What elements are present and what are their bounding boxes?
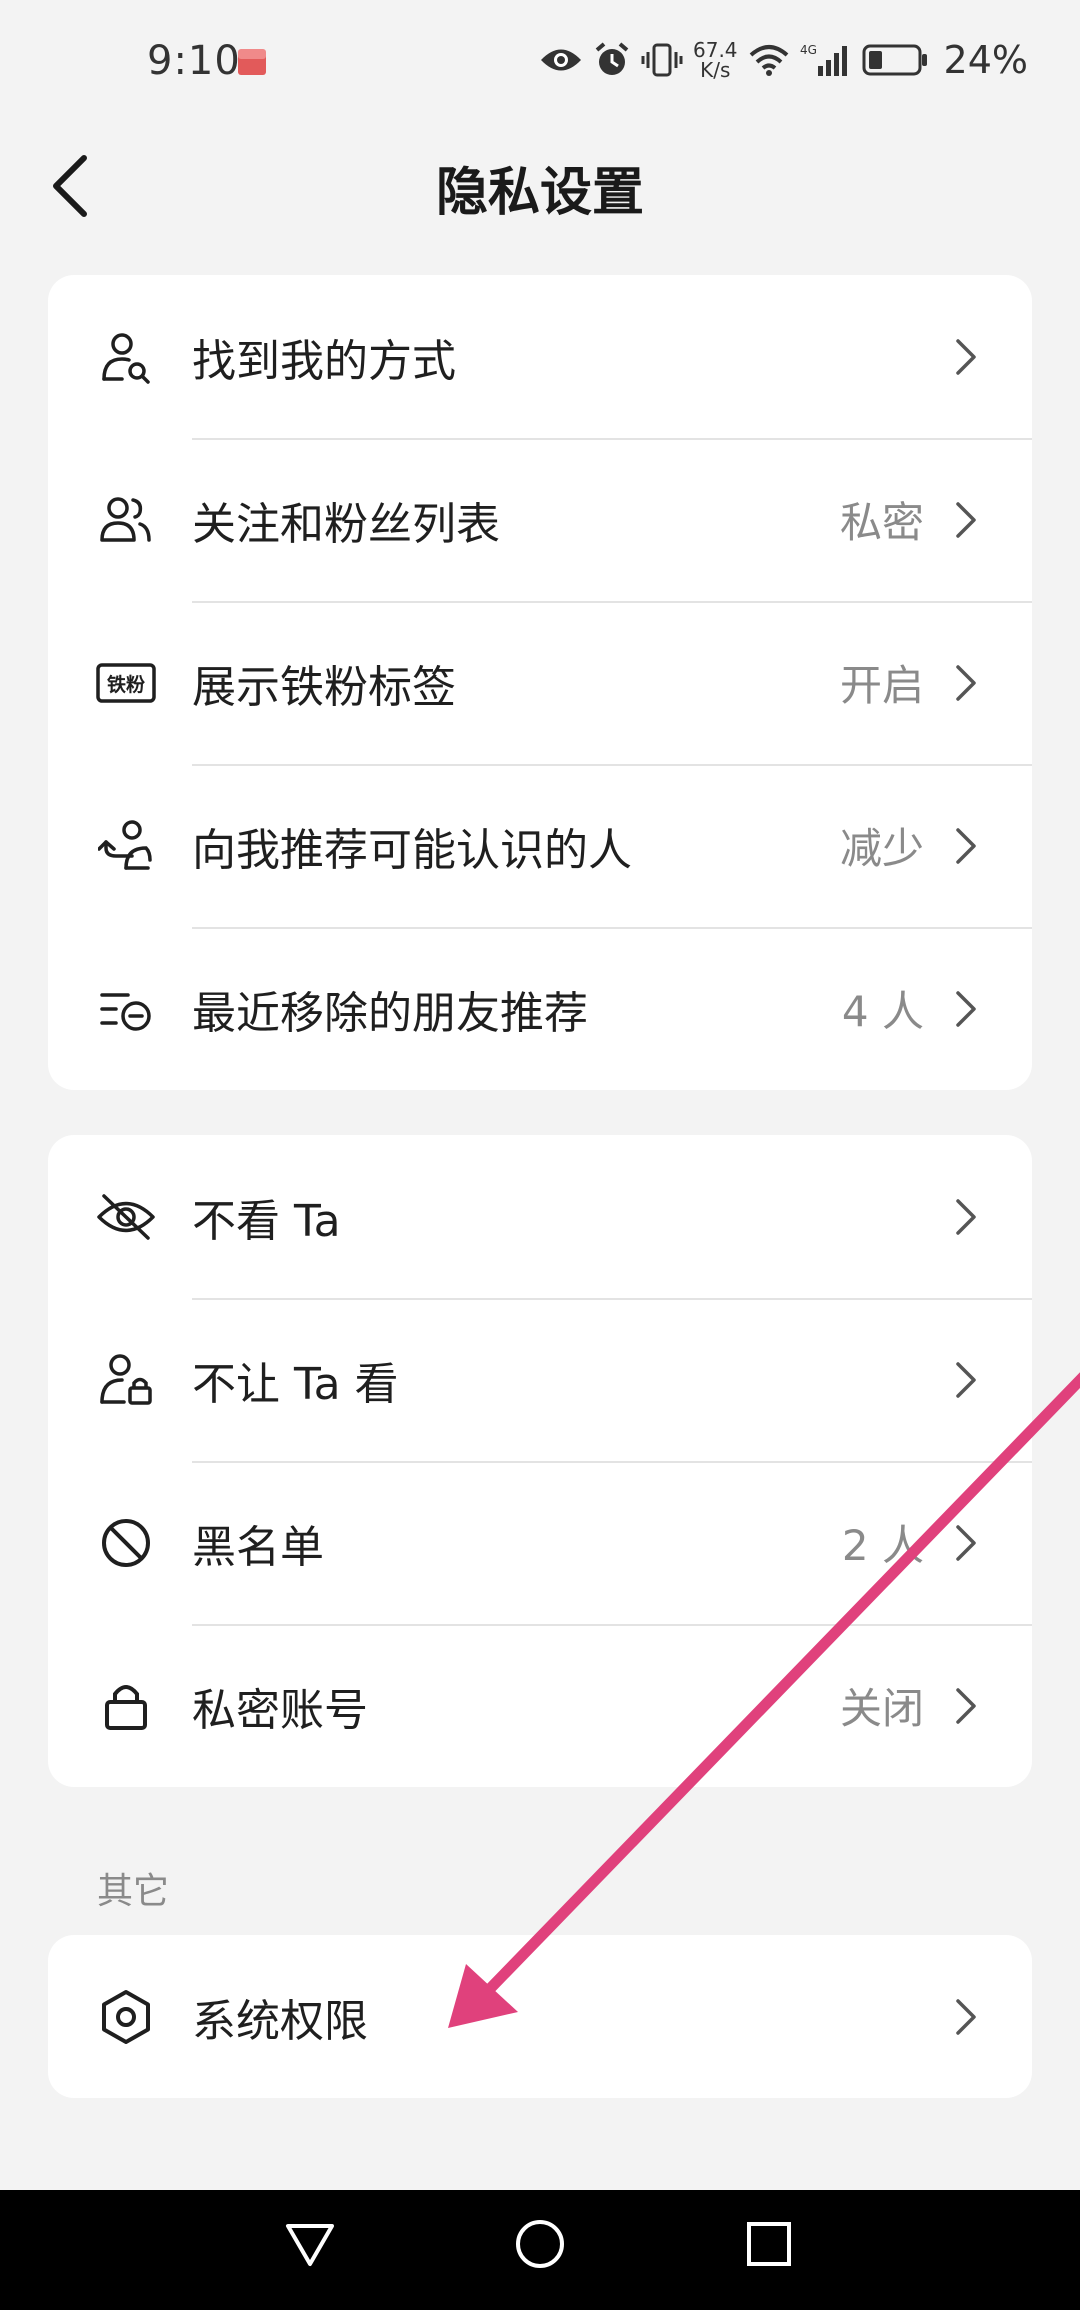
row-private-account[interactable]: 私密账号 关闭: [48, 1624, 1032, 1787]
privacy-card-discovery: 找到我的方式 关注和粉丝列表 私密 铁粉 展示铁粉标签 开启 向我推荐可能认识的…: [48, 275, 1032, 1090]
status-time: 9:10: [147, 38, 241, 84]
network-type-text: 4G: [800, 43, 817, 57]
row-dont-see-them[interactable]: 不看 Ta: [48, 1135, 1032, 1298]
removed-list-icon: [96, 979, 156, 1039]
row-label: 私密账号: [192, 1684, 368, 1736]
row-dont-let-them-see[interactable]: 不让 Ta 看: [48, 1298, 1032, 1461]
row-label: 不看 Ta: [192, 1195, 341, 1247]
row-fan-badge[interactable]: 铁粉 展示铁粉标签 开启: [48, 601, 1032, 764]
row-removed-recommendations[interactable]: 最近移除的朋友推荐 4 人: [48, 927, 1032, 1090]
header: 隐私设置: [0, 130, 1080, 240]
eye-icon: [541, 49, 581, 71]
row-value: 私密: [839, 498, 924, 547]
row-value: 关闭: [839, 1684, 924, 1733]
chevron-right-icon: [956, 1998, 976, 2035]
status-bar: 9:10 67.4 K/s 4G 24%: [0, 0, 1080, 126]
row-followers-list[interactable]: 关注和粉丝列表 私密: [48, 438, 1032, 601]
fan-badge-icon: 铁粉: [96, 653, 156, 713]
row-find-me[interactable]: 找到我的方式: [48, 275, 1032, 438]
cellular-signal-icon: 4G: [800, 43, 847, 76]
chevron-right-icon: [956, 990, 976, 1027]
lock-icon: [96, 1676, 156, 1736]
block-icon: [96, 1513, 156, 1573]
chevron-right-icon: [956, 664, 976, 701]
row-label: 系统权限: [192, 1995, 368, 2047]
followers-icon: [96, 490, 156, 550]
chevron-right-icon: [956, 1687, 976, 1724]
person-lock-icon: [96, 1350, 156, 1410]
page-title: 隐私设置: [435, 163, 644, 223]
system-nav-bar: [0, 2190, 1080, 2310]
row-label: 最近移除的朋友推荐: [192, 987, 588, 1039]
chevron-right-icon: [956, 1198, 976, 1235]
home-circle-icon[interactable]: [512, 2216, 568, 2272]
row-label: 不让 Ta 看: [192, 1358, 399, 1410]
fan-badge-text: 铁粉: [107, 673, 145, 696]
network-speed: 67.4 K/s: [693, 38, 738, 82]
chevron-right-icon: [956, 501, 976, 538]
row-label: 关注和粉丝列表: [192, 498, 500, 550]
status-indicators: 67.4 K/s 4G 24%: [539, 38, 1028, 82]
chevron-right-icon: [956, 338, 976, 375]
row-value: 4 人: [841, 987, 924, 1036]
row-label: 找到我的方式: [192, 335, 456, 387]
chevron-right-icon: [956, 827, 976, 864]
chevron-right-icon: [956, 1361, 976, 1398]
chevron-right-icon: [956, 1524, 976, 1561]
hexagon-settings-icon: [96, 1987, 156, 2047]
row-blacklist[interactable]: 黑名单 2 人: [48, 1461, 1032, 1624]
row-label: 向我推荐可能认识的人: [192, 824, 632, 876]
row-value: 2 人: [841, 1521, 924, 1570]
recommend-person-icon: [96, 816, 156, 876]
find-person-icon: [96, 327, 156, 387]
row-label: 黑名单: [192, 1521, 324, 1573]
back-triangle-icon[interactable]: [282, 2216, 338, 2272]
alarm-icon: [595, 42, 629, 75]
recents-square-icon[interactable]: [741, 2216, 797, 2272]
row-system-permissions[interactable]: 系统权限: [48, 1935, 1032, 2098]
row-value: 减少: [839, 824, 924, 873]
row-label: 展示铁粉标签: [192, 661, 456, 713]
privacy-card-other: 系统权限: [48, 1935, 1032, 2098]
row-value: 开启: [839, 661, 924, 710]
row-recommend-people[interactable]: 向我推荐可能认识的人 减少: [48, 764, 1032, 927]
wifi-icon: [749, 45, 788, 76]
battery-percent: 24%: [943, 38, 1028, 82]
privacy-card-visibility: 不看 Ta 不让 Ta 看 黑名单 2 人 私密账号 关闭: [48, 1135, 1032, 1787]
eye-off-icon: [96, 1187, 156, 1247]
section-title-other: 其它: [97, 1871, 170, 1912]
app-notification-icon: [235, 45, 269, 83]
vibrate-icon: [641, 43, 683, 77]
battery-icon: [862, 44, 927, 76]
